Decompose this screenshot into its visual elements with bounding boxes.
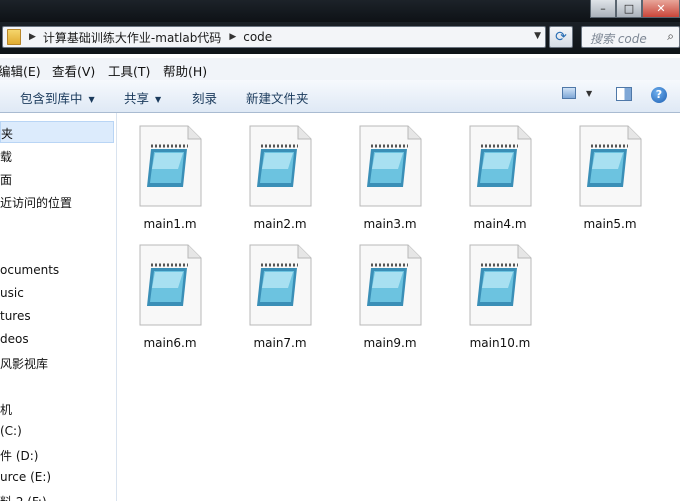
chevron-right-icon[interactable]: ▶ xyxy=(29,32,36,42)
search-icon[interactable]: ⌕ xyxy=(667,29,674,44)
include-in-library-button[interactable]: 包含到库中 ▼ xyxy=(20,88,95,107)
chevron-down-icon: ▼ xyxy=(88,95,95,104)
nav-item-music[interactable]: usic xyxy=(0,286,24,300)
nav-item-drive-e[interactable]: urce (E:) xyxy=(0,470,51,484)
matlab-file-icon xyxy=(249,125,312,207)
nav-item-drive-d[interactable]: 件 (D:) xyxy=(0,447,38,464)
chevron-down-icon[interactable]: ▼ xyxy=(534,31,541,41)
menu-bar: 编辑(E) 查看(V) 工具(T) 帮助(H) xyxy=(0,58,680,81)
address-row: ▶ 计算基础训练大作业-matlab代码 ▶ code ▼ ⟳ 搜索 code … xyxy=(0,22,680,54)
file-name: main10.m xyxy=(469,336,531,350)
change-view-icon[interactable] xyxy=(562,87,576,99)
title-bar: – □ ✕ xyxy=(0,0,680,22)
nav-item-drive-f[interactable]: 料 2 (F:) xyxy=(0,493,47,501)
chevron-down-icon: ▼ xyxy=(155,95,162,104)
file-item[interactable]: main4.m xyxy=(447,125,553,239)
matlab-file-icon xyxy=(579,125,642,207)
nav-item-downloads[interactable]: 载 xyxy=(0,148,12,165)
address-bar[interactable]: ▶ 计算基础训练大作业-matlab代码 ▶ code ▼ xyxy=(2,26,546,48)
file-item[interactable]: main2.m xyxy=(227,125,333,239)
file-name: main9.m xyxy=(363,336,417,350)
menu-help[interactable]: 帮助(H) xyxy=(163,61,207,80)
matlab-file-icon xyxy=(359,244,422,326)
file-name: main1.m xyxy=(143,217,197,231)
matlab-file-icon xyxy=(469,125,532,207)
menu-edit[interactable]: 编辑(E) xyxy=(0,61,41,80)
nav-item-documents[interactable]: ocuments xyxy=(0,263,59,277)
include-in-library-label: 包含到库中 xyxy=(20,91,83,106)
search-input[interactable]: 搜索 code ⌕ xyxy=(581,26,680,48)
command-toolbar: 包含到库中 ▼ 共享 ▼ 刻录 新建文件夹 ▼ ? xyxy=(0,80,680,113)
matlab-file-icon xyxy=(359,125,422,207)
refresh-icon: ⟳ xyxy=(555,29,567,45)
file-item[interactable]: main1.m xyxy=(117,125,223,239)
nav-item-favorites[interactable]: 夹 xyxy=(0,121,114,143)
chevron-right-icon[interactable]: ▶ xyxy=(229,32,236,42)
refresh-button[interactable]: ⟳ xyxy=(549,26,573,48)
file-list: main1.m main2.m main3.m main4.m main5.m … xyxy=(117,113,680,501)
minimize-button[interactable]: – xyxy=(590,0,616,18)
file-name: main4.m xyxy=(473,217,527,231)
matlab-file-icon xyxy=(249,244,312,326)
file-item[interactable]: main5.m xyxy=(557,125,663,239)
nav-item-desktop[interactable]: 面 xyxy=(0,171,12,188)
navigation-pane: 夹 载 面 近访问的位置 ocuments usic tures deos 风影… xyxy=(0,113,117,501)
matlab-file-icon xyxy=(139,244,202,326)
nav-item-drive-c[interactable]: (C:) xyxy=(0,424,22,438)
file-item[interactable]: main3.m xyxy=(337,125,443,239)
nav-item-media-library[interactable]: 风影视库 xyxy=(0,355,48,372)
file-item[interactable]: main6.m xyxy=(117,244,223,358)
file-name: main5.m xyxy=(583,217,637,231)
share-label: 共享 xyxy=(124,91,150,106)
nav-item-computer[interactable]: 机 xyxy=(0,401,12,418)
nav-item-recent-places[interactable]: 近访问的位置 xyxy=(0,194,72,211)
file-item[interactable]: main10.m xyxy=(447,244,553,358)
file-item[interactable]: main9.m xyxy=(337,244,443,358)
file-item[interactable]: main7.m xyxy=(227,244,333,358)
matlab-file-icon xyxy=(139,125,202,207)
menu-tools[interactable]: 工具(T) xyxy=(108,61,150,80)
nav-item-pictures[interactable]: tures xyxy=(0,309,31,323)
help-icon[interactable]: ? xyxy=(651,87,667,103)
share-button[interactable]: 共享 ▼ xyxy=(124,88,161,107)
breadcrumb-item-parent[interactable]: 计算基础训练大作业-matlab代码 xyxy=(43,29,221,46)
file-name: main6.m xyxy=(143,336,197,350)
matlab-file-icon xyxy=(469,244,532,326)
window-controls: – □ ✕ xyxy=(590,0,680,18)
file-name: main3.m xyxy=(363,217,417,231)
chevron-down-icon[interactable]: ▼ xyxy=(586,89,592,98)
new-folder-button[interactable]: 新建文件夹 xyxy=(246,88,309,107)
nav-item-videos[interactable]: deos xyxy=(0,332,29,346)
search-placeholder: 搜索 code xyxy=(590,32,647,46)
close-button[interactable]: ✕ xyxy=(642,0,680,18)
maximize-button[interactable]: □ xyxy=(616,0,642,18)
folder-icon xyxy=(7,29,21,45)
burn-button[interactable]: 刻录 xyxy=(192,88,217,107)
file-name: main2.m xyxy=(253,217,307,231)
menu-view[interactable]: 查看(V) xyxy=(52,61,95,80)
breadcrumb-item-current[interactable]: code xyxy=(243,30,272,44)
preview-pane-icon[interactable] xyxy=(616,87,632,101)
file-name: main7.m xyxy=(253,336,307,350)
